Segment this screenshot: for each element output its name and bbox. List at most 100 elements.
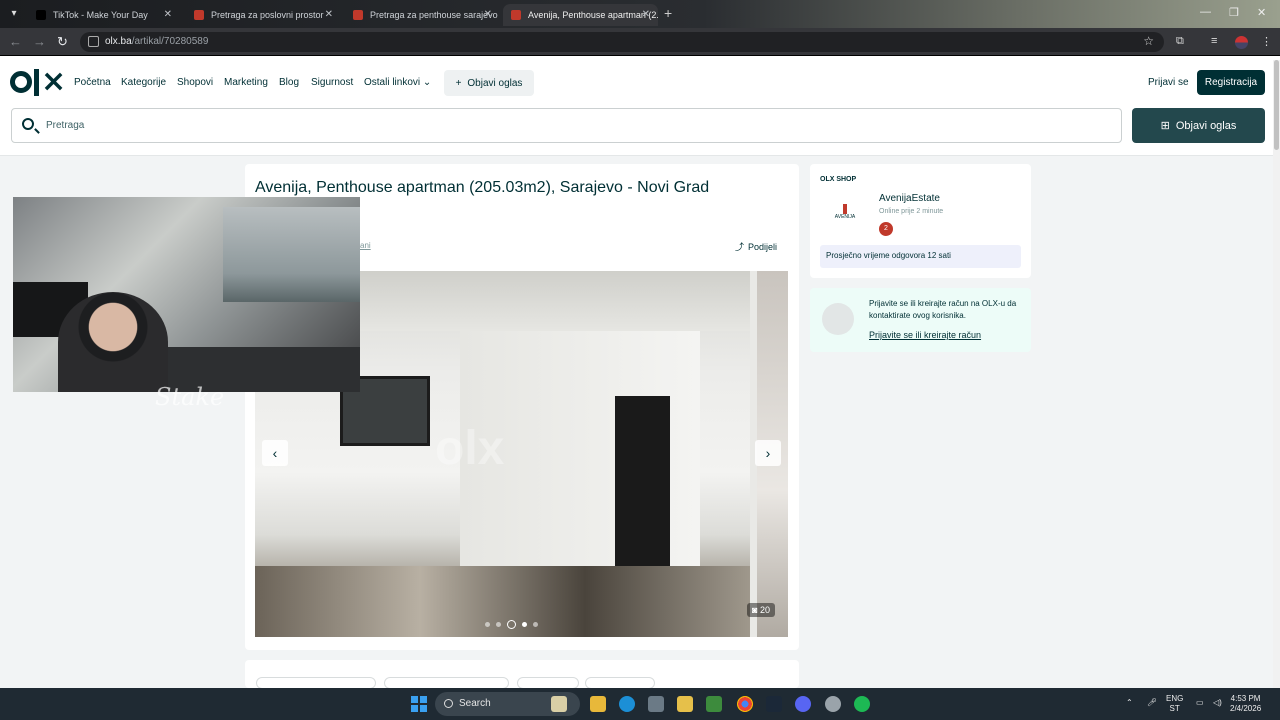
logo-mark: × [41,64,67,99]
plus-icon: + [455,77,462,89]
post-ad-big-label: Objavi oglas [1175,119,1237,132]
tab-avenija[interactable]: Avenija, Penthouse apartman (2... ✕ [503,4,658,26]
share-button[interactable]: ⤴ Podijeli [735,240,777,253]
clock[interactable]: 4:53 PM 2/4/2026 [1230,694,1261,714]
microphone-icon[interactable]: 🎤︎ [1147,698,1157,708]
photo-dot[interactable] [507,620,516,629]
extensions-icon[interactable]: ⧉ [1176,35,1184,48]
olx-watermark: olx [435,422,505,475]
tray-chevron-icon[interactable]: ⌃ [1126,698,1133,708]
close-icon[interactable]: ✕ [164,9,172,20]
nav-blog[interactable]: Blog [279,77,299,88]
olx-icon [194,10,204,20]
store-icon[interactable] [648,696,664,712]
photo-dot-active[interactable] [522,622,527,627]
menu-icon[interactable]: ⋮ [1261,35,1272,48]
stream-watermark: Stake [155,383,225,411]
nav-pocetna[interactable]: Početna [74,77,111,88]
app-icon-2[interactable] [825,696,841,712]
breadcrumb-link[interactable]: ani [360,241,371,250]
cam-window [223,207,360,302]
page-scrollbar[interactable] [1273,60,1280,688]
seller-name[interactable]: AvenijaEstate [879,193,940,204]
login-link[interactable]: Prijavi se [1148,77,1189,88]
olx-icon [511,10,521,20]
listing-title: Avenija, Penthouse apartman (205.03m2), … [255,179,710,196]
forward-icon[interactable]: → [33,34,46,49]
steam-icon[interactable] [766,696,782,712]
login-prompt-link[interactable]: Prijavite se ili kreirajte račun [869,330,981,340]
tab-label: TikTok - Make Your Day [53,10,148,20]
photo-dot[interactable] [496,622,501,627]
reload-icon[interactable]: ↻ [57,34,68,50]
photo-dot[interactable] [533,622,538,627]
olx-icon [353,10,363,20]
logo-mark [10,71,32,93]
post-ad-button[interactable]: + Objavi oglas [444,70,534,96]
tab-penthouse-search[interactable]: Pretraga za penthouse sarajevo ✕ [345,4,500,26]
profile-avatar[interactable] [1235,36,1248,49]
tab-poslovni[interactable]: Pretraga za poslovni prostor ✕ [186,4,341,26]
chevron-down-icon: ⌄ [422,77,432,88]
photo-dots [485,620,538,629]
close-icon[interactable]: ✕ [484,9,492,20]
back-icon[interactable]: ← [9,34,22,49]
scrollbar-thumb[interactable] [1274,60,1279,150]
tab-tiktok[interactable]: TikTok - Make Your Day ✕ [28,4,180,26]
browser-tab-strip: ▾ TikTok - Make Your Day ✕ Pretraga za p… [0,0,1280,28]
new-tab-button[interactable]: + [664,5,672,21]
register-button[interactable]: Registracija [1197,70,1265,95]
logo-mark [34,68,39,96]
spotify-icon[interactable] [854,696,870,712]
nav-kategorije[interactable]: Kategorije [121,77,166,88]
tab-search-icon[interactable]: ▾ [6,6,22,22]
webcam-overlay [13,197,360,392]
seller-online-status: Online prije 2 minute [879,208,944,215]
volume-icon[interactable]: ◁) [1213,698,1222,708]
maximize-icon[interactable]: ❐ [1229,6,1239,19]
minecraft-icon[interactable] [706,696,722,712]
close-icon[interactable]: ✕ [642,9,650,20]
close-icon[interactable]: ✕ [325,9,333,20]
language-indicator[interactable]: ENG ST [1166,694,1183,714]
olx-logo[interactable]: × [10,64,67,99]
media-icon[interactable]: ≡ [1211,35,1217,47]
site-info-icon[interactable] [88,36,99,47]
seller-badge-icon: 2 [879,222,893,236]
user-placeholder-icon [822,303,854,335]
nav-marketing[interactable]: Marketing [224,77,268,88]
windows-taskbar [0,688,1280,720]
share-label: Podijeli [748,241,778,252]
app-icon[interactable] [677,696,693,712]
tab-label: Pretraga za poslovni prostor [211,10,324,20]
widgets-icon[interactable] [551,696,567,712]
prev-photo-button[interactable]: ‹ [262,440,288,466]
file-explorer-icon[interactable] [590,696,606,712]
close-window-icon[interactable]: ✕ [1257,6,1266,19]
add-listing-icon: ⊞ [1160,120,1170,132]
discord-icon[interactable] [795,696,811,712]
nav-ostali-linkovi[interactable]: Ostali linkovi ⌄ [364,77,431,88]
nav-shopovi[interactable]: Shopovi [177,77,213,88]
tiktok-icon [36,10,46,20]
network-icon[interactable]: ▭ [1196,698,1204,708]
seller-logo[interactable]: AVENIJA [828,202,862,226]
post-ad-big-button[interactable]: ⊞ Objavi oglas [1132,108,1265,143]
nav-sigurnost[interactable]: Sigurnost [311,77,353,88]
photo-count-badge: ◙ 20 [747,603,775,617]
bookmark-star-icon[interactable]: ☆ [1143,34,1154,48]
address-bar: ← → ↻ olx.ba/artikal/70280589 ☆ ⧉ ≡ ⋮ [0,28,1280,56]
search-input[interactable]: Pretraga [11,108,1122,143]
post-ad-label: Objavi oglas [467,77,523,89]
tab-label: Pretraga za penthouse sarajevo [370,10,498,20]
minimize-icon[interactable]: — [1200,6,1211,18]
windows-start-icon[interactable] [411,696,427,712]
search-icon [22,118,34,130]
next-photo-button[interactable]: › [755,440,781,466]
camera-icon: ◙ [752,605,758,615]
chrome-icon[interactable] [737,696,753,712]
photo-dot[interactable] [485,622,490,627]
url-input[interactable]: olx.ba/artikal/70280589 ☆ [80,32,1164,52]
edge-icon[interactable] [619,696,635,712]
share-icon: ⤴ [735,242,745,252]
